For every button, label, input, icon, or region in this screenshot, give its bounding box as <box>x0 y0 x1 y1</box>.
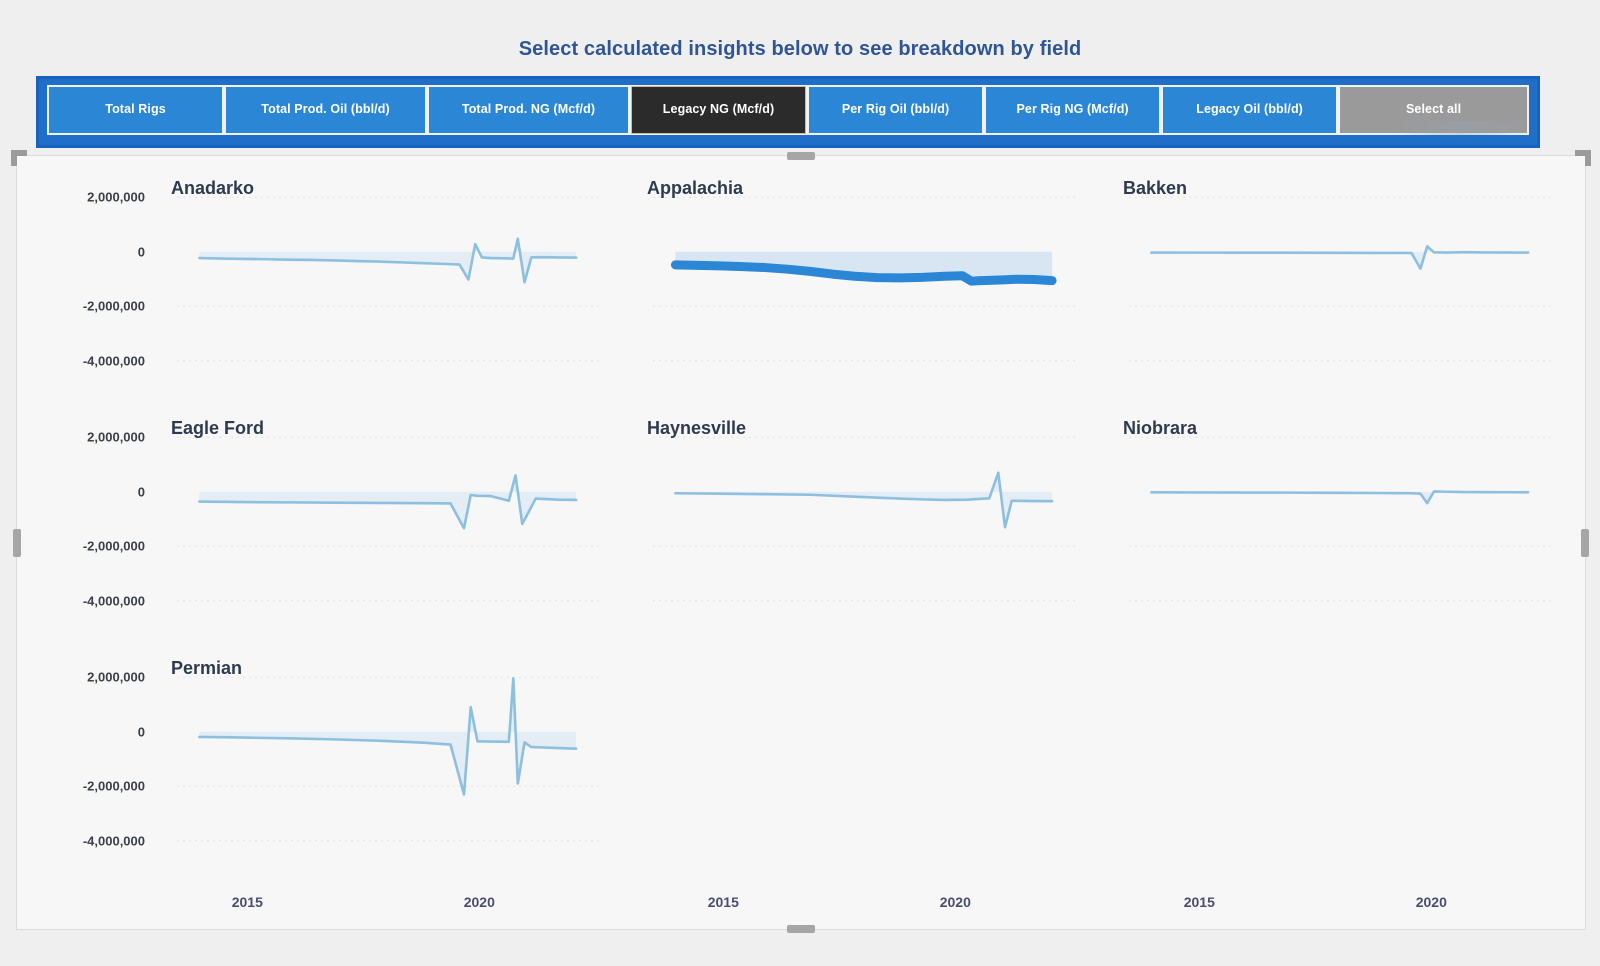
insight-slicer: Total Rigs Total Prod. Oil (bbl/d) Total P… <box>36 76 1540 148</box>
y-axis-tick-label: -4,000,000 <box>82 593 145 609</box>
x-axis-tick-label: 2015 <box>707 894 739 910</box>
y-axis-tick-label: -2,000,000 <box>82 778 145 794</box>
empty-panel-slot <box>1109 636 1585 876</box>
slicer-button-total-prod-oil-bbl-d[interactable]: Total Prod. Oil (bbl/d) <box>226 87 426 133</box>
x-axis-column-2: 2015 2020 <box>633 876 1109 931</box>
y-axis-tick-label: -4,000,000 <box>82 353 145 369</box>
y-axis-tick-label: 2,000,000 <box>87 189 145 205</box>
panel-title: Permian <box>171 658 243 678</box>
resize-handle-top[interactable] <box>787 152 815 160</box>
series-line <box>1151 491 1528 503</box>
y-axis-labels-row-2: 2,000,000 0 -2,000,000 -4,000,000 <box>17 396 157 636</box>
chart-panel-permian[interactable]: Permian <box>157 636 633 876</box>
slicer-button-per-rig-oil-bbl-d[interactable]: Per Rig Oil (bbl/d) <box>809 87 983 133</box>
chart-panel-appalachia[interactable]: Appalachia <box>633 156 1109 396</box>
slicer-button-total-rigs[interactable]: Total Rigs <box>49 87 223 133</box>
y-axis-tick-label: 2,000,000 <box>87 429 145 445</box>
resize-corner-top-left[interactable] <box>11 150 27 166</box>
series-band <box>1151 246 1529 269</box>
panel-title: Haynesville <box>647 418 747 438</box>
series-line <box>1151 246 1528 268</box>
panel-title: Anadarko <box>171 178 255 198</box>
y-axis-labels-row-1: 2,000,000 0 -2,000,000 -4,000,000 <box>17 156 157 396</box>
slicer-button-select-all[interactable]: Select all <box>1340 87 1527 133</box>
chart-panel-niobrara[interactable]: Niobrara <box>1109 396 1585 636</box>
x-axis-tick-label: 2015 <box>231 894 263 910</box>
panel-title: Eagle Ford <box>171 418 265 438</box>
chart-grid: 2,000,000 0 -2,000,000 -4,000,000 Anadarko Ap… <box>17 156 1585 929</box>
y-axis-tick-label: 2,000,000 <box>87 669 145 685</box>
x-axis-tick-label: 2020 <box>463 894 495 910</box>
small-multiples-visual[interactable]: 2,000,000 0 -2,000,000 -4,000,000 Anadarko Ap… <box>11 150 1591 933</box>
slicer-button-total-prod-ng-mcf-d[interactable]: Total Prod. NG (Mcf/d) <box>429 87 628 133</box>
slicer-button-legacy-oil-bbl-d[interactable]: Legacy Oil (bbl/d) <box>1163 87 1337 133</box>
slicer-button-per-rig-ng-mcf-d[interactable]: Per Rig NG (Mcf/d) <box>986 87 1160 133</box>
empty-panel-slot <box>633 636 1109 876</box>
resize-handle-bottom[interactable] <box>787 925 815 933</box>
x-axis-spacer <box>17 876 157 931</box>
x-axis-column-1: 2015 2020 <box>157 876 633 931</box>
panel-title: Appalachia <box>647 178 744 198</box>
panel-title: Bakken <box>1123 178 1188 198</box>
y-axis-labels-row-3: 2,000,000 0 -2,000,000 -4,000,000 <box>17 636 157 876</box>
series-line <box>675 473 1052 528</box>
series-line <box>199 475 576 528</box>
x-axis-tick-label: 2015 <box>1183 894 1215 910</box>
slicer-button-legacy-ng-mcf-d[interactable]: Legacy NG (Mcf/d) <box>630 86 807 134</box>
slicer-button-row: Total Rigs Total Prod. Oil (bbl/d) Total P… <box>47 85 1529 135</box>
x-axis-tick-label: 2020 <box>1415 894 1447 910</box>
resize-corner-top-right[interactable] <box>1575 150 1591 166</box>
chart-panel-bakken[interactable]: Bakken <box>1109 156 1585 396</box>
y-axis-tick-label: 0 <box>137 724 145 740</box>
chart-panel-anadarko[interactable]: Anadarko <box>157 156 633 396</box>
chart-panel-eagle-ford[interactable]: Eagle Ford <box>157 396 633 636</box>
resize-handle-left[interactable] <box>13 528 21 557</box>
y-axis-tick-label: -2,000,000 <box>82 538 145 554</box>
panel-title: Niobrara <box>1123 418 1198 438</box>
page-title: Select calculated insights below to see … <box>518 38 1082 60</box>
y-axis-tick-label: 0 <box>137 484 145 500</box>
chart-panel-haynesville[interactable]: Haynesville <box>633 396 1109 636</box>
resize-handle-right[interactable] <box>1581 528 1589 557</box>
y-axis-tick-label: -4,000,000 <box>82 833 145 849</box>
y-axis-tick-label: -2,000,000 <box>82 298 145 314</box>
x-axis-tick-label: 2020 <box>939 894 971 910</box>
y-axis-tick-label: 0 <box>137 244 145 260</box>
x-axis-column-3: 2015 2020 <box>1109 876 1585 931</box>
